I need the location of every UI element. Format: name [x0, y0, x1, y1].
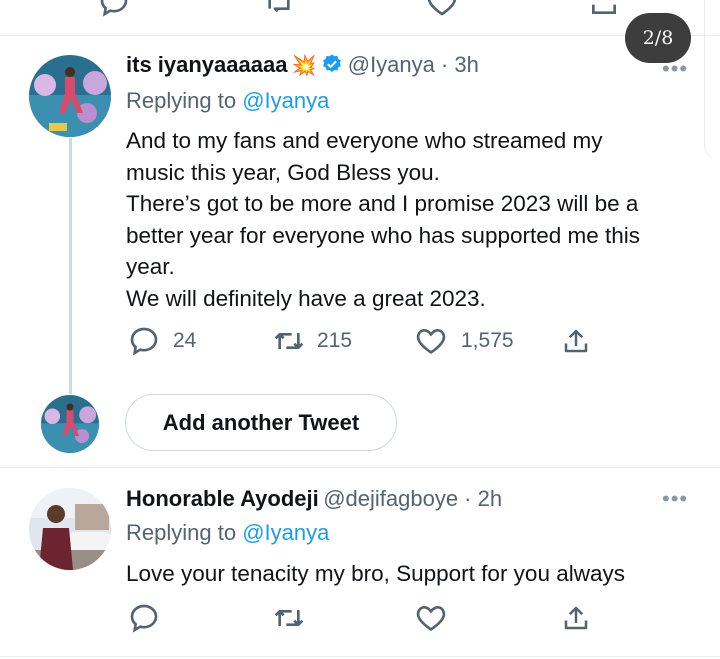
reply-icon[interactable] [128, 325, 160, 357]
tweet-line: better year for everyone who has support… [126, 222, 641, 248]
replying-mention[interactable]: @Iyanya [242, 88, 329, 113]
share-icon[interactable] [588, 0, 620, 18]
tweet-divider [0, 35, 720, 36]
thread-line [69, 138, 72, 394]
tweet-line: music this year, God Bless you. [126, 159, 440, 185]
display-name[interactable]: Honorable Ayodeji [126, 486, 319, 511]
replying-prefix: Replying to [126, 88, 243, 113]
composer-avatar [41, 395, 99, 453]
tweet-body: Love your tenacity my bro, Support for y… [126, 558, 625, 590]
tweet-header: Honorable Ayodeji @dejifagboye · 2h [126, 486, 502, 512]
retweet-count: 215 [317, 329, 353, 352]
like-count: 1,575 [461, 329, 514, 352]
burst-emoji: 💥 [291, 55, 317, 77]
display-name[interactable]: its iyanyaaaaaa [126, 52, 287, 77]
retweet-icon[interactable] [262, 0, 296, 18]
tweet-line: And to my fans and everyone who streamed… [126, 128, 603, 153]
like-icon[interactable] [426, 0, 458, 18]
tweet-line: Love your tenacity my bro, Support for y… [126, 561, 625, 586]
tweet-body: And to my fans and everyone who streamed… [126, 125, 640, 314]
retweet-icon[interactable] [271, 602, 307, 634]
replying-to: Replying to @Iyanya [126, 88, 329, 114]
handle-and-time[interactable]: @dejifagboye · 2h [323, 486, 502, 511]
avatar[interactable] [29, 488, 111, 570]
tweet-line: We will definitely have a great 2023. [126, 285, 486, 311]
reply-count: 24 [173, 329, 197, 352]
scroll-edge [704, 0, 720, 160]
tweet-divider [0, 467, 720, 468]
like-icon[interactable] [415, 602, 447, 634]
thread-page-indicator: 2/8 [625, 13, 691, 63]
reply-icon[interactable] [128, 602, 160, 634]
verified-badge-icon [321, 53, 343, 75]
more-options-icon[interactable]: ••• [662, 486, 688, 512]
like-icon[interactable] [415, 325, 447, 357]
retweet-icon[interactable] [271, 325, 307, 357]
share-icon[interactable] [561, 325, 591, 357]
tweet-line: year. [126, 254, 175, 279]
tweet-divider [0, 656, 720, 657]
replying-mention[interactable]: @Iyanya [242, 520, 329, 545]
tweet-header: its iyanyaaaaaa 💥 @Iyanya · 3h [126, 52, 479, 78]
share-icon[interactable] [561, 602, 591, 634]
replying-prefix: Replying to [126, 520, 243, 545]
tweet-line: There’s got to be more and I promise 202… [126, 191, 639, 216]
reply-icon[interactable] [98, 0, 130, 18]
avatar[interactable] [29, 55, 111, 137]
add-another-tweet-button[interactable]: Add another Tweet [125, 394, 397, 451]
handle-and-time[interactable]: @Iyanya · 3h [348, 52, 479, 77]
replying-to: Replying to @Iyanya [126, 520, 329, 546]
